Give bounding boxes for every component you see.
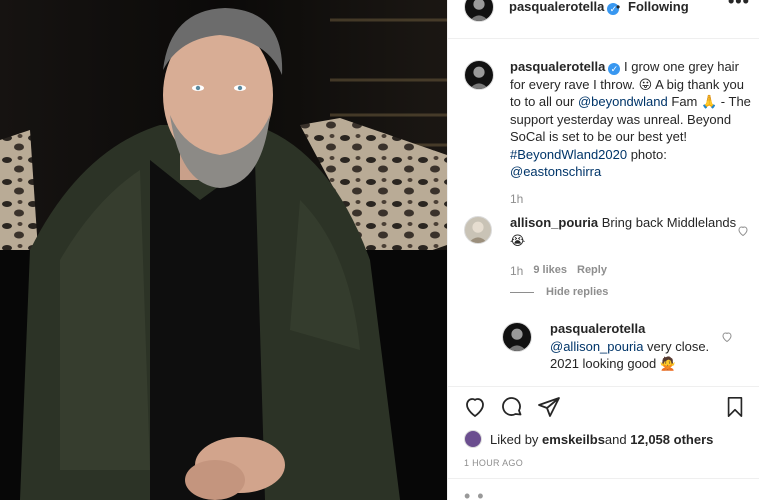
post-side-panel: pasqualerotella ✓ • Following ••• pasqual… bbox=[447, 0, 759, 500]
bookmark-icon[interactable] bbox=[724, 395, 746, 419]
author-username[interactable]: pasqualerotella ✓ bbox=[509, 0, 620, 15]
comment-body: Bring back Middlelands bbox=[598, 215, 737, 230]
header-divider bbox=[448, 38, 759, 39]
comment-likes[interactable]: 9 likes bbox=[533, 264, 567, 278]
reply-avatar[interactable] bbox=[502, 322, 532, 352]
share-icon[interactable] bbox=[536, 395, 562, 419]
mention-link[interactable]: @beyondwland bbox=[578, 94, 668, 109]
tongue-emoji-icon: 😛 bbox=[638, 76, 653, 92]
likes-others[interactable]: 12,058 others bbox=[630, 432, 713, 447]
crying-emoji-icon: 😭 bbox=[510, 232, 526, 248]
gesture-emoji-icon: 🙅 bbox=[659, 356, 677, 371]
more-options-icon[interactable]: ••• bbox=[728, 0, 750, 10]
reply-like-heart-icon[interactable] bbox=[721, 331, 733, 343]
hide-replies-button[interactable]: Hide replies bbox=[510, 286, 608, 298]
reply-mention-link[interactable]: @allison_pouria bbox=[550, 339, 643, 354]
post-photo[interactable] bbox=[0, 0, 447, 500]
comment-input-bar[interactable]: • • bbox=[448, 478, 759, 500]
hide-replies-line bbox=[510, 291, 534, 293]
hashtag-link[interactable]: #BeyondWland2020 bbox=[510, 147, 627, 162]
heart-icon[interactable] bbox=[462, 395, 488, 419]
caption-text: pasqualerotella ✓ I grow one grey hair fo… bbox=[510, 58, 754, 181]
hide-replies-label: Hide replies bbox=[546, 286, 609, 298]
post-photo-image bbox=[0, 0, 447, 500]
reply-username[interactable]: pasqualerotella bbox=[550, 321, 645, 336]
actions-divider bbox=[448, 386, 759, 387]
reply-button[interactable]: Reply bbox=[577, 264, 607, 278]
comment-icon[interactable] bbox=[499, 395, 525, 419]
author-avatar[interactable] bbox=[464, 0, 494, 22]
post-actions bbox=[448, 392, 759, 422]
liker-username[interactable]: emskeilbs bbox=[542, 432, 605, 447]
post-header: pasqualerotella ✓ • Following ••• bbox=[448, 0, 759, 38]
liker-avatar[interactable] bbox=[464, 430, 482, 448]
comment-bar-dots: • • bbox=[464, 486, 485, 500]
verified-badge-icon: ✓ bbox=[608, 63, 621, 75]
caption-text-5: photo: bbox=[627, 146, 667, 162]
commenter-username[interactable]: allison_pouria bbox=[510, 215, 598, 230]
likes-summary: Liked by emskeilbs and 12,058 others bbox=[464, 430, 713, 448]
caption-avatar[interactable] bbox=[464, 60, 494, 90]
photo-credit-link[interactable]: @eastonschirra bbox=[510, 164, 601, 179]
caption-timestamp[interactable]: 1h bbox=[510, 192, 523, 206]
caption-username[interactable]: pasqualerotella bbox=[510, 59, 605, 74]
header-separator: • bbox=[616, 0, 621, 14]
following-button[interactable]: Following bbox=[628, 0, 689, 14]
comment-meta: 1h 9 likes Reply bbox=[510, 264, 607, 278]
posted-time[interactable]: 1 HOUR AGO bbox=[464, 458, 523, 468]
likes-prefix: Liked by bbox=[490, 431, 539, 447]
comment-text: allison_pouria Bring back Middlelands 😭 bbox=[510, 214, 740, 249]
comment-timestamp[interactable]: 1h bbox=[510, 264, 523, 278]
pray-emoji-icon: 🙏 bbox=[701, 94, 718, 109]
comment-like-heart-icon[interactable] bbox=[737, 225, 749, 237]
likes-and: and bbox=[604, 431, 627, 447]
commenter-avatar[interactable] bbox=[464, 216, 492, 244]
caption-text-3: Fam bbox=[667, 94, 701, 109]
reply-text: pasqualerotella @allison_pouria very clos… bbox=[550, 320, 730, 373]
